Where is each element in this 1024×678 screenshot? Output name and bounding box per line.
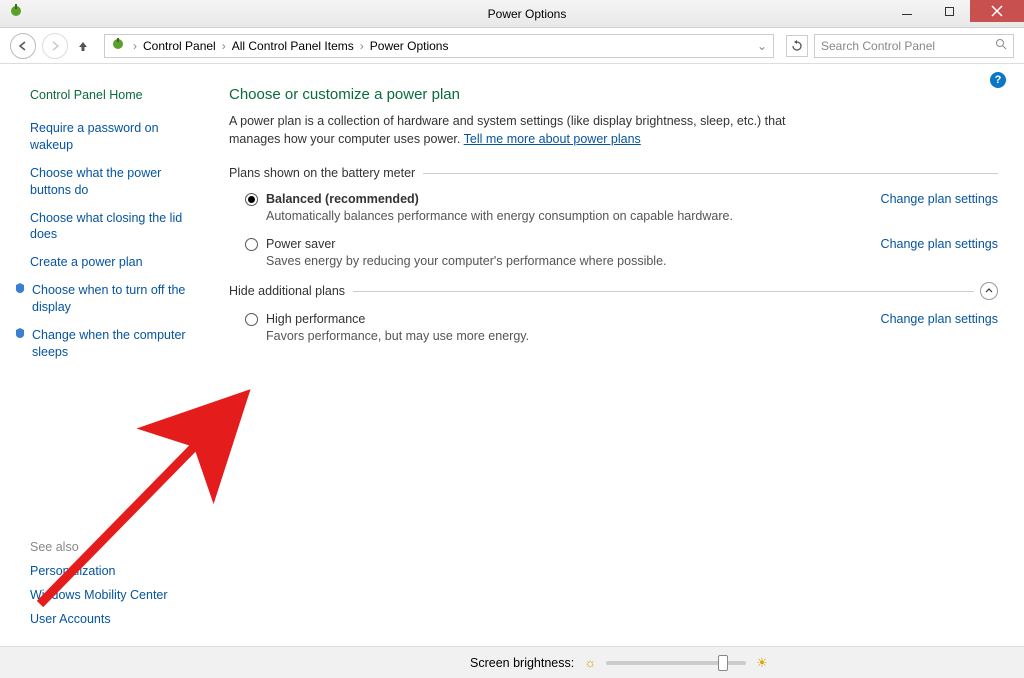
see-also-link[interactable]: User Accounts	[30, 612, 168, 626]
brightness-bar: Screen brightness: ☼ ☀	[0, 646, 1024, 678]
plan-desc: Saves energy by reducing your computer's…	[266, 254, 861, 268]
see-also-title: See also	[30, 540, 168, 554]
forward-button[interactable]	[42, 33, 68, 59]
close-button[interactable]	[970, 0, 1024, 22]
see-also-link[interactable]: Personalization	[30, 564, 168, 578]
back-button[interactable]	[10, 33, 36, 59]
plan-name: Power saver	[266, 237, 861, 251]
search-placeholder: Search Control Panel	[821, 39, 935, 53]
search-icon	[995, 38, 1007, 53]
change-plan-settings-link[interactable]: Change plan settings	[861, 192, 998, 223]
nav-toolbar: › Control Panel › All Control Panel Item…	[0, 28, 1024, 64]
brightness-slider[interactable]	[606, 661, 746, 665]
breadcrumb-item[interactable]: All Control Panel Items	[232, 39, 354, 53]
brightness-high-icon: ☀	[756, 655, 768, 671]
plan-high-performance: High performance Favors performance, but…	[229, 312, 998, 343]
breadcrumb-item[interactable]: Control Panel	[143, 39, 216, 53]
brightness-label: Screen brightness:	[470, 656, 574, 670]
plan-balanced: Balanced (recommended) Automatically bal…	[229, 192, 998, 223]
main-panel: Choose or customize a power plan A power…	[215, 64, 1024, 646]
learn-more-link[interactable]: Tell me more about power plans	[464, 132, 641, 146]
plan-desc: Favors performance, but may use more ene…	[266, 329, 861, 343]
search-input[interactable]: Search Control Panel	[814, 34, 1014, 58]
page-description: A power plan is a collection of hardware…	[229, 113, 829, 148]
plan-radio-balanced[interactable]	[245, 193, 258, 206]
group-label-meter: Plans shown on the battery meter	[229, 166, 998, 180]
sidebar-link[interactable]: Change when the computer sleeps	[14, 327, 201, 361]
sidebar-link[interactable]: Choose what closing the lid does	[30, 210, 201, 244]
sidebar-link[interactable]: Require a password on wakeup	[30, 120, 201, 154]
refresh-button[interactable]	[786, 35, 808, 57]
see-also: See also Personalization Windows Mobilit…	[30, 540, 168, 636]
breadcrumb-icon	[111, 37, 127, 54]
change-plan-settings-link[interactable]: Change plan settings	[861, 312, 998, 343]
plan-power-saver: Power saver Saves energy by reducing you…	[229, 237, 998, 268]
brightness-slider-thumb[interactable]	[718, 655, 728, 671]
shield-icon	[14, 282, 26, 316]
up-button[interactable]	[74, 37, 92, 55]
window-titlebar: Power Options	[0, 0, 1024, 28]
change-plan-settings-link[interactable]: Change plan settings	[861, 237, 998, 268]
breadcrumb[interactable]: › Control Panel › All Control Panel Item…	[104, 34, 774, 58]
group-label-hide: Hide additional plans	[229, 282, 998, 300]
shield-icon	[14, 327, 26, 361]
collapse-toggle-icon[interactable]	[980, 282, 998, 300]
maximize-button[interactable]	[928, 0, 970, 22]
plan-radio-power-saver[interactable]	[245, 238, 258, 251]
plan-name: High performance	[266, 312, 861, 326]
see-also-link[interactable]: Windows Mobility Center	[30, 588, 168, 602]
control-panel-home-link[interactable]: Control Panel Home	[30, 88, 201, 102]
minimize-button[interactable]	[886, 0, 928, 22]
sidebar-link[interactable]: Create a power plan	[30, 254, 201, 271]
plan-desc: Automatically balances performance with …	[266, 209, 861, 223]
sidebar-link[interactable]: Choose when to turn off the display	[14, 282, 201, 316]
page-heading: Choose or customize a power plan	[229, 86, 998, 103]
brightness-low-icon: ☼	[584, 655, 596, 670]
window-title: Power Options	[30, 7, 1024, 21]
plan-radio-high-performance[interactable]	[245, 313, 258, 326]
breadcrumb-dropdown-icon[interactable]: ⌄	[757, 39, 767, 53]
help-icon[interactable]: ?	[990, 72, 1006, 88]
app-icon	[8, 3, 24, 24]
plan-name: Balanced (recommended)	[266, 192, 861, 206]
breadcrumb-item[interactable]: Power Options	[370, 39, 449, 53]
sidebar-link[interactable]: Choose what the power buttons do	[30, 165, 201, 199]
